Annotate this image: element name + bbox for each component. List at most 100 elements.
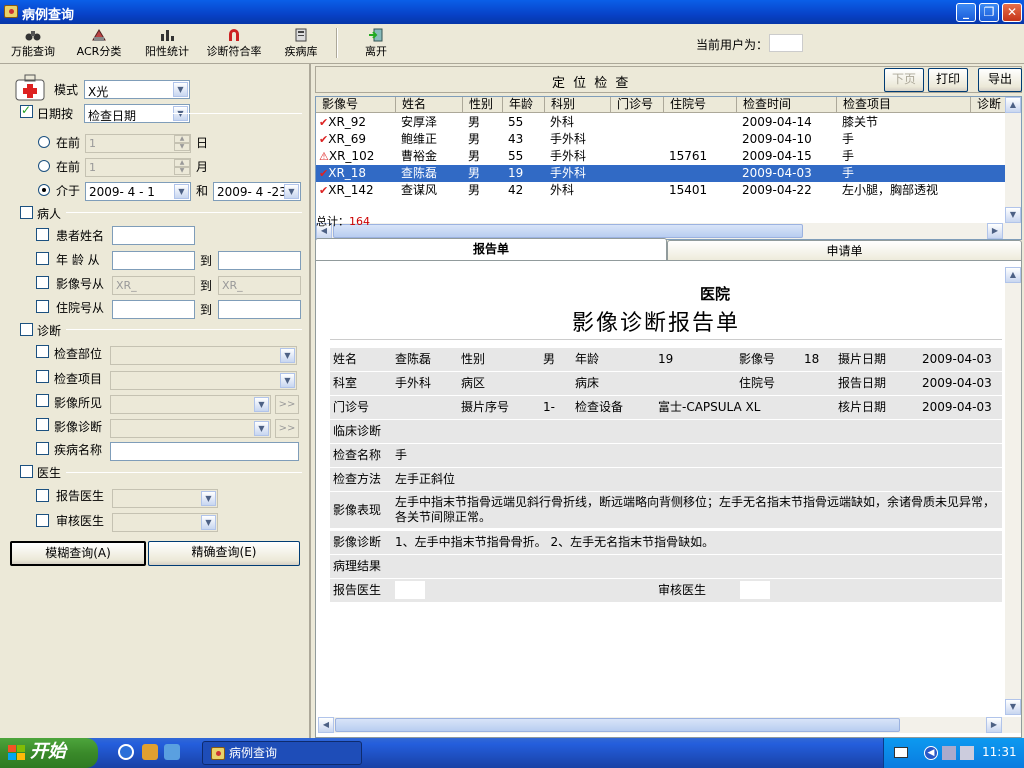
table-row[interactable]: ✔XR_69 鲍维正 男 43 手外科 2009-04-10 手 [316,131,1006,148]
report-doctor-signature [395,581,425,599]
vertical-scrollbar[interactable]: ▲ ▼ [1005,97,1021,223]
tab-request[interactable]: 申请单 [667,240,1022,262]
date-from-picker[interactable]: 2009- 4 - 1 ▼ [85,182,191,201]
table-row[interactable]: ✔XR_92 安厚泽 男 55 外科 2009-04-14 膝关节 [316,114,1006,131]
table-row[interactable]: ⚠XR_102 曹裕金 男 55 手外科 15761 2009-04-15 手 [316,148,1006,165]
patient-group-checkbox[interactable] [20,206,33,219]
next-page-button[interactable]: 下页 [884,68,924,92]
finding-select[interactable]: ▼ [110,395,271,414]
date-by-checkbox[interactable] [20,103,33,118]
volume-icon[interactable] [960,746,974,760]
table-cell: 男 [463,148,503,165]
horizontal-scrollbar[interactable]: ◀ ▶ [316,223,1021,239]
scroll-right-icon[interactable]: ▶ [986,717,1002,733]
audit-doctor-select[interactable]: ▼ [112,513,218,532]
network-icon[interactable] [942,746,956,760]
export-button[interactable]: 导出 [978,68,1022,92]
part-select[interactable]: ▼ [110,346,297,365]
report-doctor-checkbox[interactable] [36,489,49,502]
fuzzy-query-button[interactable]: 模糊查询(A) [10,541,146,566]
scroll-up-icon[interactable]: ▲ [1005,97,1021,113]
date-by-label: 日期按 [37,107,74,121]
column-header[interactable]: 检查项目 [837,97,971,113]
minimize-button[interactable]: _ [956,3,976,22]
start-button[interactable]: 开始 [0,738,98,768]
report-horizontal-scrollbar[interactable]: ◀ ▶ [318,717,1021,733]
patient-name-checkbox[interactable] [36,228,49,241]
age-checkbox[interactable] [36,252,49,265]
exact-query-button[interactable]: 精确查询(E) [148,541,300,566]
keyboard-icon[interactable] [894,747,908,758]
age-to-input[interactable] [218,251,301,270]
scroll-thumb[interactable] [335,718,900,732]
media-quicklaunch-icon[interactable] [164,744,180,760]
close-button[interactable]: ✕ [1002,3,1022,22]
image-no-to-input[interactable]: XR_ [218,276,301,295]
universal-query-button[interactable]: 万能查询 [6,26,60,62]
image-no-from-input[interactable]: XR_ [112,276,195,295]
finding-checkbox[interactable] [36,394,49,407]
before-days-radio[interactable] [38,136,50,148]
app-quicklaunch-icon[interactable] [142,744,158,760]
table-row[interactable]: ✔XR_142 查谋风 男 42 外科 15401 2009-04-22 左小腿，胸部透视 [316,182,1006,199]
scroll-up-icon[interactable]: ▲ [1005,267,1021,283]
column-header[interactable]: 检查时间 [737,97,837,113]
scroll-right-icon[interactable]: ▶ [987,223,1003,239]
column-header[interactable]: 影像号 [316,97,396,113]
column-header[interactable]: 性别 [463,97,503,113]
date-to-picker[interactable]: 2009- 4 -23 ▼ [213,182,301,201]
before-months-radio[interactable] [38,160,50,172]
audit-doctor-checkbox[interactable] [36,514,49,527]
disease-input[interactable] [110,442,299,461]
diag-checkbox[interactable] [36,418,49,431]
finding-more-button[interactable]: >> [275,395,299,414]
exit-button[interactable]: 离开 [358,26,394,62]
browser-quicklaunch-icon[interactable] [118,744,134,760]
column-header[interactable]: 门诊号 [611,97,664,113]
expand-tray-icon[interactable]: ◀ [924,746,938,760]
part-checkbox[interactable] [36,345,49,358]
table-cell: 2009-04-03 [737,165,837,182]
restore-button[interactable]: ❐ [979,3,999,22]
item-checkbox[interactable] [36,370,49,383]
task-button-case-query[interactable]: 病例查询 [202,741,362,765]
column-header[interactable]: 年龄 [503,97,545,113]
report-vertical-scrollbar[interactable]: ▲ ▼ [1005,267,1021,715]
doctor-group-checkbox[interactable] [20,465,33,478]
age-from-input[interactable] [112,251,195,270]
item-select[interactable]: ▼ [110,371,297,390]
between-radio[interactable] [38,184,50,196]
scroll-down-icon[interactable]: ▼ [1005,699,1021,715]
diagnosis-rate-button[interactable]: 诊断符合率 [202,26,266,62]
diagnosis-group-checkbox[interactable] [20,323,33,336]
column-header[interactable]: 住院号 [664,97,737,113]
report-doctor-label: 报告医生 [333,583,382,597]
column-header[interactable]: 姓名 [396,97,463,113]
positive-stats-button[interactable]: 阳性统计 [140,26,194,62]
scroll-left-icon[interactable]: ◀ [318,717,334,733]
inpatient-from-input[interactable] [112,300,195,319]
disease-library-button[interactable]: 疾病库 [280,26,322,62]
report-doctor-select[interactable]: ▼ [112,489,218,508]
print-button[interactable]: 打印 [928,68,968,92]
report-row: 影像诊断 1、左手中指末节指骨骨折。 2、左手无名指末节指骨缺如。 [330,531,1002,554]
title-bar[interactable]: 病例查询 _ ❐ ✕ [0,0,1024,24]
inpatient-to-input[interactable] [218,300,301,319]
mode-select[interactable]: X光 ▼ [84,80,190,99]
table-cell [611,131,664,148]
patient-name-input[interactable] [112,226,195,245]
disease-checkbox[interactable] [36,442,49,455]
result-grid[interactable]: 影像号 姓名 性别 年龄 科别 门诊号 住院号 检查时间 检查项目 诊断 ✔XR… [315,96,1022,240]
scroll-down-icon[interactable]: ▼ [1005,207,1021,223]
inpatient-checkbox[interactable] [36,300,49,313]
scroll-thumb[interactable] [333,224,803,238]
acr-classify-button[interactable]: ACR分类 [74,26,124,62]
column-header[interactable]: 诊断 [971,97,1006,113]
column-header[interactable]: 科别 [545,97,611,113]
tab-report[interactable]: 报告单 [315,238,667,260]
table-cell: 膝关节 [837,114,971,131]
diag-select[interactable]: ▼ [110,419,271,438]
diag-more-button[interactable]: >> [275,419,299,438]
image-no-checkbox[interactable] [36,276,49,289]
table-row[interactable]: ✔XR_18 查陈磊 男 19 手外科 2009-04-03 手 [316,165,1006,182]
